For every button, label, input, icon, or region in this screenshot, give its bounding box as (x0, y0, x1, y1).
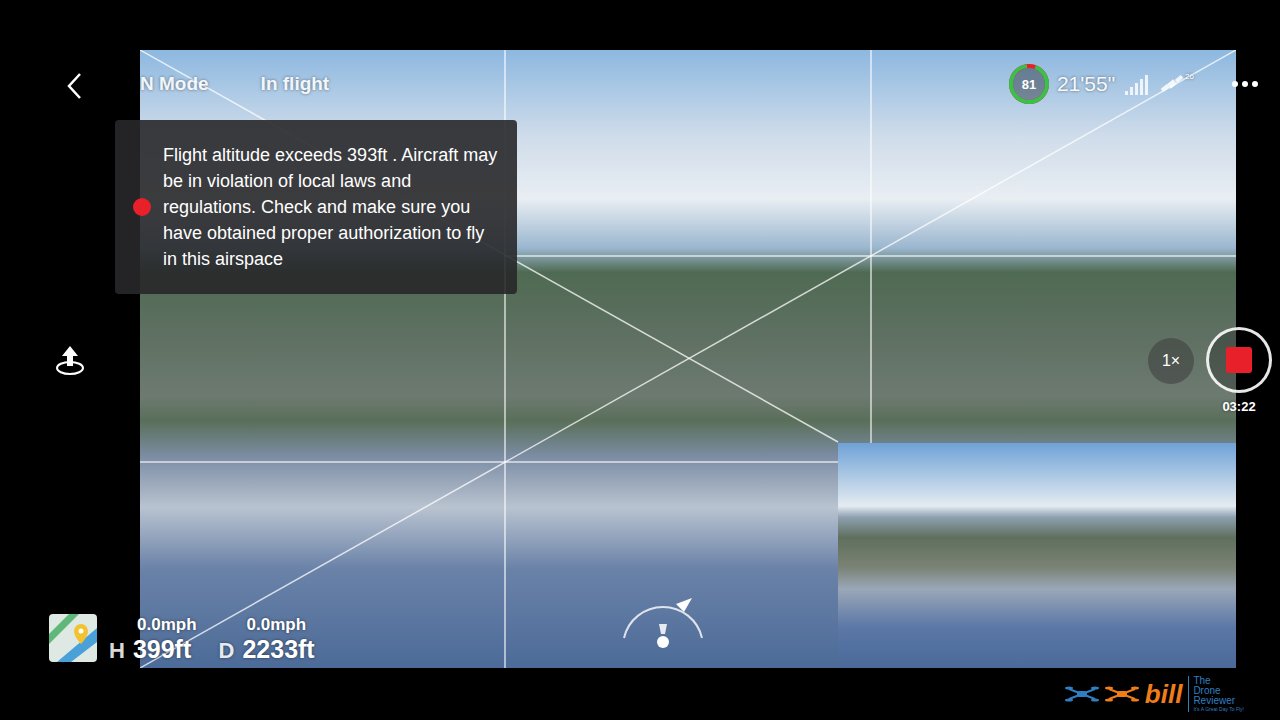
camera-controls: 1× 03:22 (1148, 327, 1272, 414)
speed-reading: 0.0mph (219, 615, 315, 635)
flight-status: In flight (261, 73, 330, 95)
telemetry-value: 2233ft (242, 635, 314, 664)
flight-time: 21'55" (1057, 72, 1115, 96)
compass-icon (618, 590, 708, 650)
watermark-text: TheDroneReviewerIt's A Great Day To Fly! (1188, 676, 1244, 712)
watermark-name: bill (1145, 681, 1183, 707)
map-button[interactable] (49, 614, 97, 662)
telemetry-item: 0.0mph H 399ft (109, 615, 197, 664)
return-home-icon (52, 342, 88, 378)
flight-mode: N Mode (140, 73, 209, 95)
watermark: billTheDroneReviewerIt's A Great Day To … (1065, 676, 1244, 712)
drone-icon (1105, 684, 1139, 704)
record-time: 03:22 (1222, 399, 1255, 414)
map-preview[interactable] (838, 443, 1236, 668)
satellite-icon (1159, 72, 1185, 96)
svg-text:81: 81 (1022, 77, 1036, 92)
altitude-warning: Flight altitude exceeds 393ft . Aircraft… (115, 120, 517, 294)
top-band (0, 0, 1280, 50)
top-bar: N Mode In flight 81 21'55" 26 (140, 62, 1260, 106)
more-icon[interactable] (1230, 79, 1260, 89)
warning-text: Flight altitude exceeds 393ft . Aircraft… (163, 142, 503, 272)
gps-status: 26 (1159, 72, 1194, 96)
record-group: 03:22 (1206, 327, 1272, 414)
status-indicators: 81 21'55" 26 (1007, 62, 1260, 106)
warning-dot (133, 198, 151, 216)
telemetry: 0.0mphH399ft0.0mphD2233ft (49, 614, 325, 664)
chevron-left-icon (60, 70, 92, 102)
flight-screen: billTheDroneReviewerIt's A Great Day To … (0, 0, 1280, 720)
zoom-button[interactable]: 1× (1148, 338, 1194, 384)
speed-reading: 0.0mph (109, 615, 197, 635)
telemetry-item: 0.0mph D 2233ft (219, 615, 315, 664)
telemetry-label: D (219, 638, 235, 664)
satellite-count: 26 (1185, 72, 1194, 81)
drone-icon (1065, 684, 1099, 704)
telemetry-value: 399ft (133, 635, 191, 664)
back-button[interactable] (60, 70, 92, 102)
battery-icon: 81 (1007, 62, 1051, 106)
return-home-button[interactable] (52, 342, 88, 378)
signal-icon (1125, 73, 1153, 95)
map-icon (49, 614, 97, 662)
record-button[interactable] (1206, 327, 1272, 393)
telemetry-label: H (109, 638, 125, 664)
bottom-band: billTheDroneReviewerIt's A Great Day To … (0, 668, 1280, 720)
